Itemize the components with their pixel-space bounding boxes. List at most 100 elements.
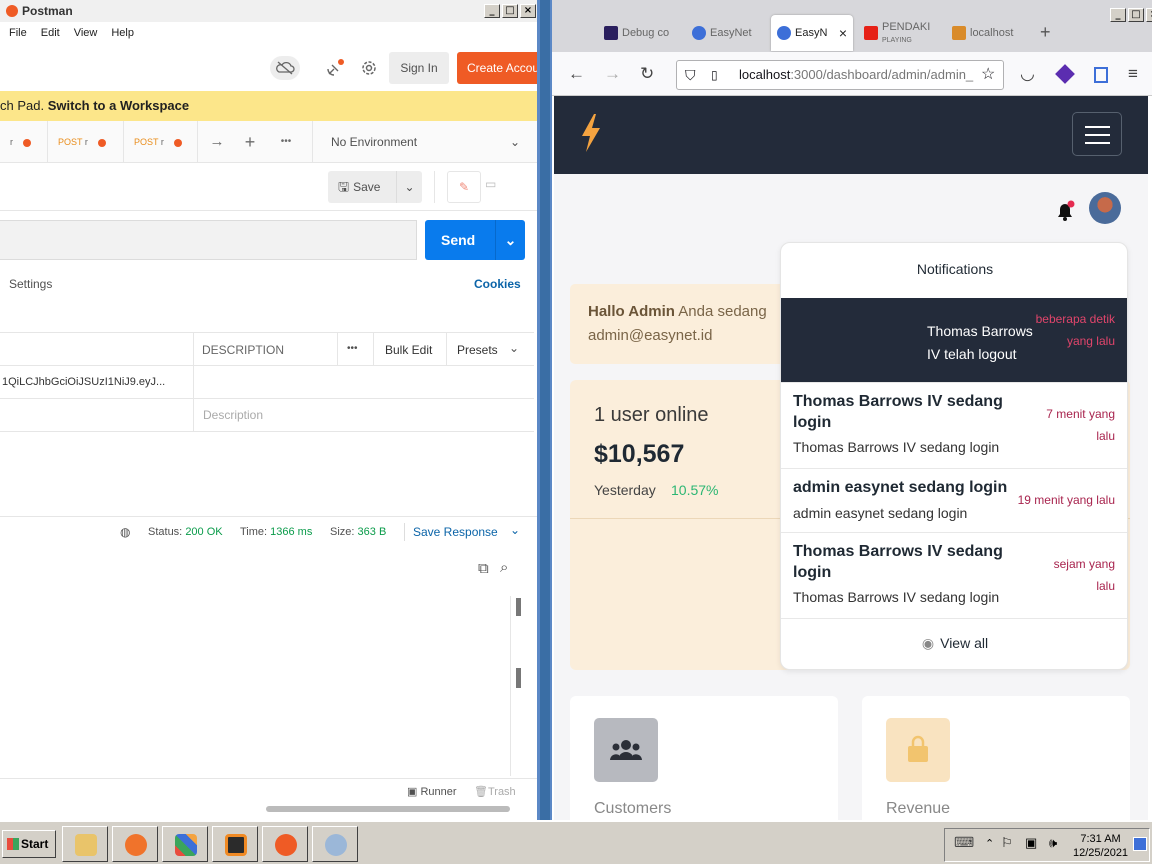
notification-item[interactable]: Thomas Barrows IV sedang login Thomas Ba…	[781, 533, 1127, 619]
trash-button[interactable]: 🗑Trash	[474, 785, 516, 798]
menu-file[interactable]: File	[9, 27, 27, 39]
request-tab[interactable]: POST r	[124, 121, 198, 163]
tab-favicon-icon	[952, 26, 966, 40]
request-tab[interactable]: POST r	[48, 121, 124, 163]
menu-view[interactable]: View	[74, 27, 98, 39]
sublime-text-icon[interactable]	[212, 826, 258, 862]
browser-tab[interactable]: EasyNet	[686, 15, 768, 51]
notification-title: Thomas Barrows IV sedang login	[793, 543, 1003, 581]
network-icon[interactable]: ▣	[1025, 835, 1037, 851]
flag-icon[interactable]: ⚐	[1001, 835, 1013, 851]
bookmark-star-icon[interactable]: ☆	[981, 61, 996, 89]
runner-button[interactable]: ▣ Runner	[407, 785, 457, 798]
request-tab[interactable]: r	[0, 121, 48, 163]
extension-icon[interactable]	[1094, 67, 1108, 83]
clock[interactable]: 7:31 AM 12/25/2021	[1073, 832, 1128, 860]
comment-icon[interactable]: ▭	[485, 177, 496, 191]
back-arrow-icon[interactable]: ←	[568, 64, 585, 84]
maximize-button[interactable]: □	[1128, 8, 1144, 22]
browser-tab[interactable]: localhost	[946, 15, 1028, 51]
page-info-icon[interactable]: ▯	[711, 61, 718, 89]
unsaved-dot-icon	[173, 138, 182, 147]
revenue-card: Revenue	[862, 696, 1130, 820]
notification-subtitle: Thomas Barrows IV sedang login	[793, 589, 1000, 605]
windows-taskbar: Start ⌨ ⌃ ⚐ ▣ 🕪 7:31 AM 12/25/2021	[0, 820, 1152, 864]
edit-pencil-icon[interactable]: ✎	[447, 171, 481, 203]
extension-icon[interactable]	[1055, 64, 1075, 84]
postman-icon[interactable]	[262, 826, 308, 862]
response-time: 1366 ms	[270, 526, 313, 538]
firefox-icon[interactable]	[112, 826, 158, 862]
chevron-down-icon[interactable]: ⌄	[396, 171, 422, 203]
copy-icon[interactable]: ⧉	[478, 560, 489, 577]
app-icon[interactable]	[162, 826, 208, 862]
new-tab-plus-icon[interactable]: +	[1040, 22, 1051, 43]
show-desktop-icon[interactable]	[1133, 837, 1147, 851]
maximize-button[interactable]: □	[502, 4, 518, 18]
horizontal-scrollbar[interactable]	[266, 806, 510, 812]
presets-dropdown[interactable]: Presets	[457, 343, 498, 357]
scrollbar-thumb[interactable]	[516, 668, 521, 688]
browser-tab[interactable]: Debug co	[598, 15, 680, 51]
postman-footer: ▣ Runner 🗑Trash	[0, 778, 537, 820]
menu-edit[interactable]: Edit	[41, 27, 60, 39]
search-icon[interactable]: ⌕	[500, 559, 508, 576]
postman-logo-icon	[6, 5, 18, 17]
chevron-up-icon[interactable]: ⌃	[985, 837, 994, 850]
chevron-down-icon[interactable]: ⌄	[495, 220, 525, 260]
file-explorer-icon[interactable]	[62, 826, 108, 862]
save-button[interactable]: 🖫 Save ⌄	[328, 171, 422, 203]
switch-workspace-link[interactable]: Switch to a Workspace	[48, 98, 189, 113]
settings-tab[interactable]: Settings	[9, 277, 52, 291]
close-button[interactable]: ×	[520, 4, 536, 18]
forward-arrow-icon[interactable]: →	[604, 64, 621, 84]
more-icon[interactable]: •••	[347, 343, 358, 354]
header-value-cell[interactable]: 1QiLCJhbGciOiJSUzI1NiJ9.eyJ...	[2, 376, 165, 388]
new-tab-plus-icon[interactable]: +	[239, 131, 261, 153]
pocket-icon[interactable]: ◡	[1020, 64, 1035, 84]
close-button[interactable]: ×	[1146, 8, 1152, 22]
satellite-icon[interactable]	[324, 57, 346, 79]
volume-icon[interactable]: 🕪	[1049, 835, 1057, 851]
customers-card: Customers	[570, 696, 838, 820]
notification-item[interactable]: Thomas Barrows IV telah logout beberapa …	[781, 298, 1127, 383]
user-avatar[interactable]	[1089, 192, 1121, 224]
send-button[interactable]: Send ⌄	[425, 220, 525, 260]
notification-item[interactable]: Thomas Barrows IV sedang login Thomas Ba…	[781, 383, 1127, 469]
paint-icon[interactable]	[312, 826, 358, 862]
bell-icon[interactable]	[1054, 200, 1076, 222]
reload-icon[interactable]: ↻	[640, 64, 654, 84]
more-icon[interactable]: •••	[275, 131, 297, 153]
shield-icon[interactable]: ⛉	[685, 61, 696, 89]
browser-tab-active[interactable]: EasyN ×	[771, 15, 853, 51]
chevron-down-icon: ⌄	[509, 135, 520, 149]
request-url-input[interactable]	[0, 220, 417, 260]
chevron-down-icon: ⌄	[510, 523, 521, 537]
view-all-link[interactable]: ◉ View all	[781, 635, 1127, 652]
yesterday-label: Yesterday	[594, 482, 656, 498]
sync-cloud-icon[interactable]	[270, 56, 300, 80]
gear-icon[interactable]	[358, 57, 380, 79]
minimize-button[interactable]: _	[484, 4, 500, 18]
minimize-button[interactable]: _	[1110, 8, 1126, 22]
close-tab-icon[interactable]: ×	[839, 15, 847, 51]
bulk-edit-button[interactable]: Bulk Edit	[385, 343, 432, 357]
environment-select[interactable]: No Environment ⌄	[312, 121, 532, 163]
browser-tab[interactable]: PENDAKI PLAYING	[858, 15, 940, 51]
notification-item[interactable]: admin easynet sedang login admin easynet…	[781, 469, 1127, 533]
menu-help[interactable]: Help	[111, 27, 134, 39]
navbar-toggle-button[interactable]	[1072, 112, 1122, 156]
menu-hamburger-icon[interactable]: ≡	[1128, 64, 1138, 84]
cookies-link[interactable]: Cookies	[474, 277, 521, 291]
url-bar[interactable]: ⛉ ▯ localhost:3000/dashboard/admin/admin…	[676, 60, 1004, 90]
dashboard-body: Hallo Admin Anda sedang admin@easynet.id…	[554, 174, 1148, 820]
start-button[interactable]: Start	[2, 830, 56, 858]
arrow-right-icon[interactable]: →	[206, 131, 228, 153]
description-field[interactable]: Description	[203, 408, 263, 422]
logo-bolt-icon[interactable]	[580, 114, 602, 152]
save-response-button[interactable]: Save Response	[413, 525, 498, 539]
globe-icon[interactable]: ◍	[120, 525, 130, 539]
scrollbar-thumb[interactable]	[516, 598, 521, 616]
sign-in-button[interactable]: Sign In	[389, 52, 449, 84]
create-account-button[interactable]: Create Account	[457, 52, 537, 84]
